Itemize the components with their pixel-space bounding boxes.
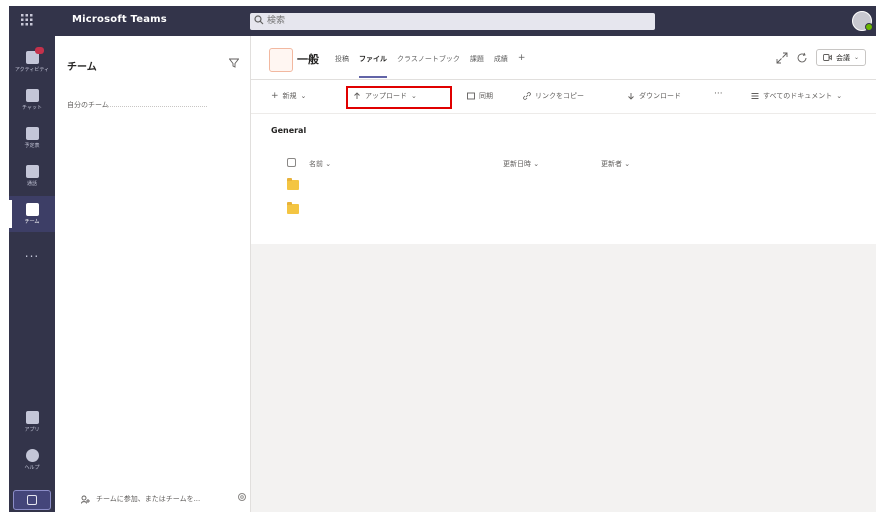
column-header-label: 更新日時	[503, 160, 531, 168]
channel-name: 一般	[297, 53, 319, 66]
filter-icon[interactable]	[229, 58, 239, 68]
search-input[interactable]	[267, 14, 637, 28]
folder-icon	[287, 178, 299, 190]
search-icon	[254, 15, 264, 25]
rail-item-apps[interactable]: アプリ	[9, 404, 55, 440]
sync-button[interactable]: 同期	[467, 91, 493, 101]
rail-item-calendar[interactable]: 予定表	[9, 120, 55, 156]
chevron-down-icon: ⌄	[836, 92, 843, 100]
download-button-label: ダウンロード	[639, 92, 681, 100]
rail-item-help[interactable]: ヘルプ	[9, 442, 55, 478]
rail-item-label: ヘルプ	[24, 465, 40, 471]
list-view-icon	[751, 93, 759, 99]
view-selector-label: すべてのドキュメント	[763, 92, 833, 100]
tab-posts[interactable]: 投稿	[335, 54, 349, 64]
plus-icon: +	[271, 91, 279, 101]
copy-link-button[interactable]: リンクをコピー	[523, 91, 584, 101]
add-tab-button[interactable]: +	[518, 54, 526, 64]
chevron-down-icon: ⌄	[300, 92, 307, 100]
tab-files[interactable]: ファイル	[359, 54, 387, 78]
rail-item-activity[interactable]: アクティビティ	[9, 44, 55, 80]
breadcrumb[interactable]: General	[271, 126, 306, 135]
copy-link-button-label: リンクをコピー	[535, 92, 584, 100]
file-list: General 名前 ⌄ 更新日時 ⌄ 更新者 ⌄	[251, 114, 876, 244]
files-command-bar: + 新規 ⌄ アップロード ⌄ 同期 リンクをコピー ダウンロード ··· すべ…	[251, 80, 876, 114]
team-avatar	[269, 48, 293, 72]
column-header-modified[interactable]: 更新日時 ⌄	[503, 159, 539, 169]
meet-button[interactable]: 会議 ⌄	[815, 49, 866, 66]
sync-button-label: 同期	[479, 92, 493, 100]
new-button-label: 新規	[282, 92, 297, 100]
app-rail: アクティビティ チャット 予定表 通話 チーム ... アプリ ヘルプ	[9, 36, 55, 512]
gear-icon[interactable]	[237, 492, 247, 502]
refresh-icon[interactable]	[796, 52, 808, 64]
file-type-icon	[287, 158, 296, 167]
rail-item-label: 予定表	[24, 143, 40, 149]
view-selector[interactable]: すべてのドキュメント ⌄	[751, 91, 842, 101]
download-app-button[interactable]	[13, 490, 51, 510]
chevron-down-icon: ⌄	[853, 54, 859, 61]
column-header-label: 更新者	[601, 160, 622, 168]
teams-list-pane: チーム 自分のチーム チームに参加、またはチームを...	[55, 36, 251, 512]
download-icon	[628, 93, 634, 100]
join-create-team-label: チームに参加、またはチームを...	[96, 495, 201, 503]
teams-icon	[25, 203, 39, 216]
column-header-label: 名前	[309, 160, 323, 168]
upload-highlight-box	[346, 86, 452, 109]
channel-tabs: 投稿 ファイル クラスノートブック 課題 成績 +	[335, 54, 526, 78]
phone-icon	[25, 165, 39, 178]
video-camera-icon	[823, 54, 832, 61]
tab-assignments[interactable]: 課題	[470, 54, 484, 64]
meet-button-label: 会議	[835, 53, 850, 62]
file-list-header: 名前 ⌄ 更新日時 ⌄ 更新者 ⌄	[271, 158, 861, 172]
channel-header-actions: 会議 ⌄	[776, 49, 866, 66]
rail-item-calls[interactable]: 通話	[9, 158, 55, 194]
more-options-button[interactable]: ···	[714, 89, 723, 99]
calendar-icon	[25, 127, 39, 140]
teams-window: Microsoft Teams アクティビティ チャット 予定表 通話 チーム	[9, 6, 876, 512]
column-header-modified-by[interactable]: 更新者 ⌄	[601, 159, 630, 169]
join-create-team-link[interactable]: チームに参加、またはチームを...	[81, 494, 200, 504]
folder-icon	[287, 202, 299, 214]
title-bar: Microsoft Teams	[9, 6, 876, 36]
expand-icon[interactable]	[776, 52, 788, 64]
rail-item-chat[interactable]: チャット	[9, 82, 55, 118]
download-button[interactable]: ダウンロード	[627, 91, 681, 101]
sync-icon	[467, 92, 475, 100]
tab-grades[interactable]: 成績	[494, 54, 508, 64]
join-team-icon	[81, 495, 90, 504]
help-icon	[25, 449, 39, 462]
notification-badge	[35, 47, 44, 54]
rail-item-label: チーム	[24, 219, 40, 225]
channel-header: 一般 投稿 ファイル クラスノートブック 課題 成績 + 会議 ⌄	[251, 36, 876, 80]
presence-status-icon	[865, 23, 873, 31]
tab-class-notebook[interactable]: クラスノートブック	[397, 54, 460, 64]
more-apps-icon[interactable]: ...	[9, 246, 55, 260]
rail-item-label: チャット	[22, 105, 42, 111]
search-box[interactable]	[250, 13, 655, 30]
app-title: Microsoft Teams	[72, 14, 167, 25]
column-header-name[interactable]: 名前 ⌄	[309, 159, 331, 169]
rail-item-label: アプリ	[24, 427, 40, 433]
rail-item-label: 通話	[26, 181, 37, 187]
device-icon	[27, 495, 37, 505]
apps-icon	[25, 411, 39, 424]
app-launcher-icon[interactable]	[21, 14, 33, 26]
teams-section-header[interactable]: 自分のチーム	[67, 100, 207, 110]
table-row[interactable]	[271, 202, 861, 220]
link-icon	[523, 92, 531, 100]
new-button[interactable]: + 新規 ⌄	[271, 91, 306, 101]
rail-item-label: アクティビティ	[14, 67, 50, 73]
table-row[interactable]	[271, 178, 861, 196]
rail-item-teams[interactable]: チーム	[9, 196, 55, 232]
channel-content: 一般 投稿 ファイル クラスノートブック 課題 成績 + 会議 ⌄ + 新規 ⌄…	[251, 36, 876, 512]
pane-title: チーム	[67, 62, 97, 73]
chat-icon	[25, 89, 39, 102]
